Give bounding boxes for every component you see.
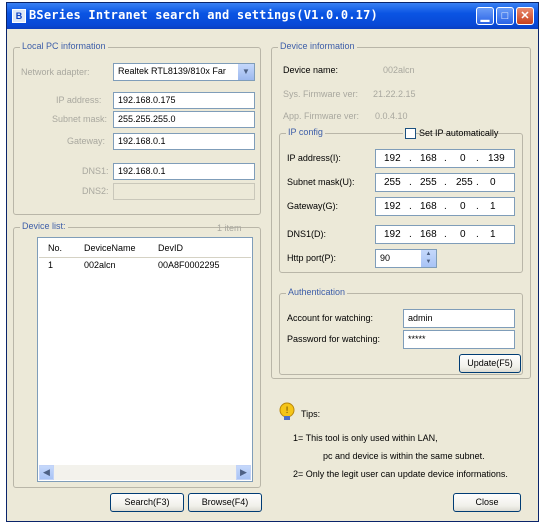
ip-address-input[interactable]: 192. 168. 0. 139 (375, 149, 515, 168)
auth-legend: Authentication (286, 287, 348, 297)
spinner-icon[interactable]: ▲ ▼ (421, 250, 436, 267)
http-port-label: Http port(P): (287, 253, 337, 263)
mask-octet-3: 255 (456, 177, 473, 188)
account-label: Account for watching: (287, 313, 374, 323)
gw-octet-4: 1 (490, 201, 496, 212)
chevron-down-icon[interactable]: ▼ (238, 64, 254, 80)
gw-octet-1: 192 (384, 201, 401, 212)
ip-octet-2: 168 (420, 153, 437, 164)
close-window-button[interactable]: ✕ (516, 7, 534, 25)
dns-input[interactable]: 192. 168. 0. 1 (375, 225, 515, 244)
dns-octet-2: 168 (420, 229, 437, 240)
local-subnet-field: 255.255.255.0 (113, 111, 255, 128)
device-info-legend: Device information (278, 41, 357, 51)
app-firmware-value: 0.0.4.10 (375, 111, 408, 121)
tip-icon: ! (277, 401, 297, 421)
gateway-label: Gateway: (67, 136, 106, 146)
dns1-label: DNS1: (82, 166, 109, 176)
scroll-right-icon[interactable]: ▶ (236, 465, 251, 480)
local-dns2-field (113, 183, 255, 200)
search-button[interactable]: Search(F3) (110, 493, 184, 512)
password-input[interactable]: ***** (403, 330, 515, 349)
local-pc-legend: Local PC information (20, 41, 108, 51)
window-title: BSeries Intranet search and settings(V1.… (29, 8, 378, 22)
horizontal-scrollbar[interactable]: ◀ ▶ (39, 465, 251, 480)
row-device-name: 002alcn (84, 260, 116, 270)
svg-text:!: ! (285, 406, 289, 416)
ip-address-config-label: IP address(I): (287, 153, 341, 163)
header-divider (39, 257, 251, 258)
subnet-mask-config-label: Subnet mask(U): (287, 177, 355, 187)
gateway-config-label: Gateway(G): (287, 201, 339, 211)
column-header-no[interactable]: No. (48, 243, 62, 253)
gw-octet-2: 168 (420, 201, 437, 212)
mask-octet-2: 255 (420, 177, 437, 188)
column-header-devid[interactable]: DevID (158, 243, 183, 253)
dns-config-label: DNS1(D): (287, 229, 327, 239)
network-adapter-value: Realtek RTL8139/810x Far (118, 66, 226, 76)
dns-octet-3: 0 (460, 229, 466, 240)
tips-line-1: 1= This tool is only used within LAN, (293, 433, 438, 443)
row-no: 1 (48, 260, 54, 270)
maximize-icon: □ (501, 10, 509, 22)
close-button[interactable]: Close (453, 493, 521, 512)
subnet-mask-label: Subnet mask: (52, 114, 108, 124)
minimize-icon: ▁ (480, 10, 490, 22)
account-input[interactable]: admin (403, 309, 515, 328)
device-list[interactable]: No. DeviceName DevID 1 002alcn 00A8F0002… (37, 237, 253, 482)
sys-firmware-value: 21.22.2.15 (373, 89, 416, 99)
ip-address-label: IP address: (56, 95, 102, 105)
tips-line-3: 2= Only the legit user can update device… (293, 469, 508, 479)
local-gateway-field: 192.168.0.1 (113, 133, 255, 150)
gw-octet-3: 0 (460, 201, 466, 212)
main-window: B BSeries Intranet search and settings(V… (6, 2, 539, 522)
device-list-legend: Device list: (20, 221, 68, 231)
network-adapter-label: Network adapter: (21, 67, 90, 77)
tips-title: Tips: (301, 409, 321, 419)
mask-octet-4: 0 (490, 177, 496, 188)
mask-octet-1: 255 (384, 177, 401, 188)
close-icon: ✕ (520, 10, 530, 22)
minimize-button[interactable]: ▁ (476, 7, 494, 25)
http-port-value: 90 (380, 253, 391, 263)
ip-octet-4: 139 (488, 153, 505, 164)
ip-octet-1: 192 (384, 153, 401, 164)
password-label: Password for watching: (287, 334, 381, 344)
http-port-input[interactable]: 90 ▲ ▼ (375, 249, 437, 268)
column-header-devicename[interactable]: DeviceName (84, 243, 136, 253)
row-dev-id: 00A8F0002295 (158, 260, 220, 270)
app-firmware-label: App. Firmware ver: (283, 111, 360, 121)
device-count: 1 item (217, 223, 242, 233)
maximize-button[interactable]: □ (496, 7, 514, 25)
dns-octet-4: 1 (490, 229, 496, 240)
subnet-mask-input[interactable]: 255. 255. 255. 0 (375, 173, 515, 192)
dns-octet-1: 192 (384, 229, 401, 240)
network-adapter-select[interactable]: Realtek RTL8139/810x Far ▼ (113, 63, 255, 81)
sys-firmware-label: Sys. Firmware ver: (283, 89, 359, 99)
set-ip-auto-hitbox[interactable] (403, 127, 515, 141)
gateway-input[interactable]: 192. 168. 0. 1 (375, 197, 515, 216)
tips-line-2: pc and device is within the same subnet. (323, 451, 485, 461)
browse-button[interactable]: Browse(F4) (188, 493, 262, 512)
title-bar[interactable]: B BSeries Intranet search and settings(V… (7, 3, 538, 29)
scroll-left-icon[interactable]: ◀ (39, 465, 54, 480)
ip-config-legend: IP config (286, 127, 325, 137)
update-button[interactable]: Update(F5) (459, 354, 521, 373)
table-row[interactable]: 1 002alcn 00A8F0002295 (39, 259, 251, 272)
device-name-label: Device name: (283, 65, 339, 75)
local-dns1-field: 192.168.0.1 (113, 163, 255, 180)
dns2-label: DNS2: (82, 186, 109, 196)
app-icon: B (12, 9, 26, 23)
device-name-value: 002alcn (383, 65, 415, 75)
ip-octet-3: 0 (460, 153, 466, 164)
local-ip-field: 192.168.0.175 (113, 92, 255, 109)
